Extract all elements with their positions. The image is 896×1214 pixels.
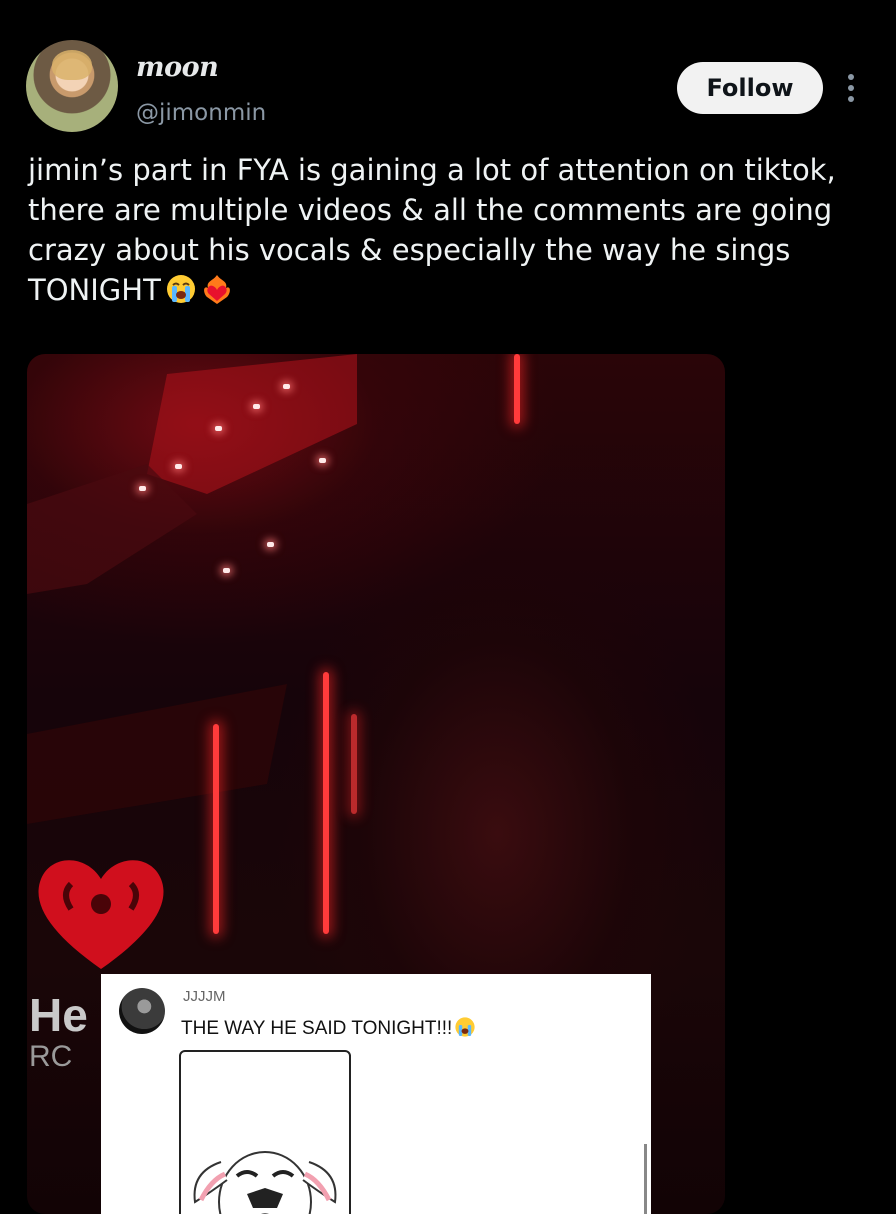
commenter-avatar: [119, 988, 165, 1034]
stage-light-bar: [351, 714, 357, 814]
stage-light-dot: [223, 568, 230, 573]
brand-overlay-text: He RC: [29, 989, 88, 1078]
stage-light-bar: [323, 672, 329, 934]
comment-body: THE WAY HE SAID TONIGHT!!!: [181, 1018, 453, 1039]
stage-light-dot: [215, 426, 222, 431]
crying-bunny-meme-image: [179, 1050, 351, 1214]
stage-light-dot: [319, 458, 326, 463]
follow-button[interactable]: Follow: [677, 62, 823, 114]
tiktok-comment-card: JJJJM THE WAY HE SAID TONIGHT!!!: [101, 974, 651, 1214]
comment-text: THE WAY HE SAID TONIGHT!!!: [181, 1016, 476, 1040]
author-handle[interactable]: @jimonmin: [136, 100, 266, 126]
tweet-media[interactable]: He RC JJJJM THE WAY HE SAID TONIGHT!!!: [27, 354, 725, 1214]
author-display-name[interactable]: moon: [136, 52, 219, 83]
comment-scrollbar[interactable]: [644, 1144, 647, 1214]
more-vertical-icon[interactable]: [840, 66, 862, 110]
loudly-crying-face-icon: [455, 1017, 475, 1037]
stage-light-dot: [253, 404, 260, 409]
stage-light-bar: [514, 354, 520, 424]
stage-light-dot: [139, 486, 146, 491]
loudly-crying-face-icon: [166, 275, 195, 303]
stage-light-dot: [283, 384, 290, 389]
iheart-logo-icon: [38, 860, 164, 969]
brand-overlay-line1: He: [29, 989, 88, 1041]
stage-light-dot: [267, 542, 274, 547]
tweet-body: jimin’s part in FYA is gaining a lot of …: [28, 153, 836, 307]
stage-light-dot: [175, 464, 182, 469]
commenter-username: JJJJM: [183, 988, 226, 1005]
brand-overlay-line2: RC: [29, 1040, 73, 1073]
crying-bunny-icon: [193, 1151, 337, 1214]
heart-on-fire-icon: [203, 275, 230, 304]
author-avatar[interactable]: [26, 40, 118, 132]
tweet-text: jimin’s part in FYA is gaining a lot of …: [28, 150, 873, 310]
stage-light-bar: [213, 724, 219, 934]
